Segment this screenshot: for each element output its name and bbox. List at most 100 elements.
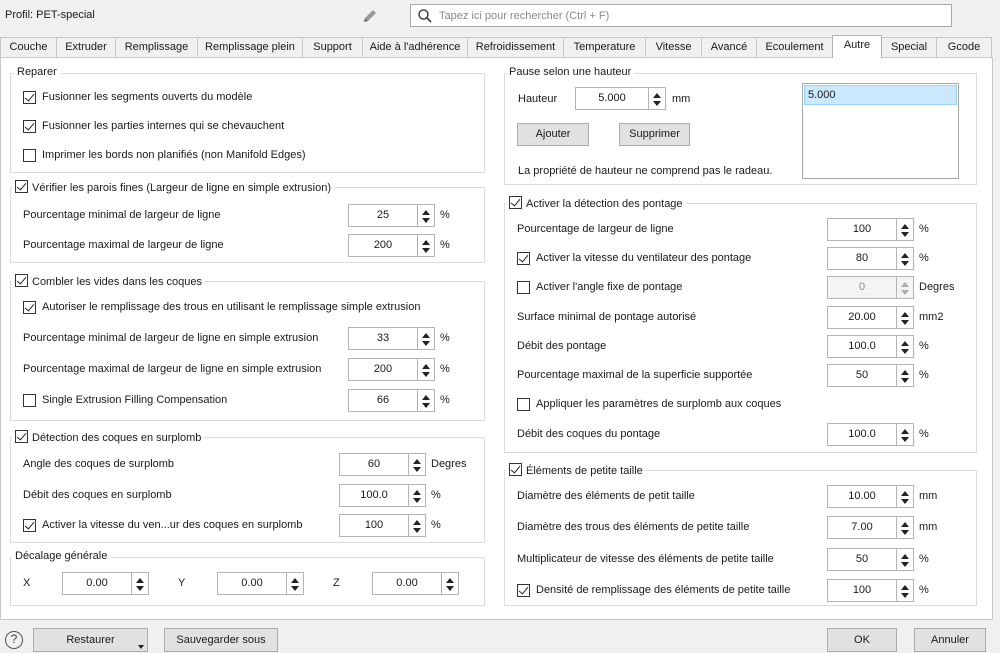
checkbox-appliquer-surplomb-coques[interactable] [517,398,530,411]
value-pct-max-ligne[interactable]: 200 [348,234,418,257]
value-debit-pontage[interactable]: 100.0 [827,335,897,358]
tab-extruder[interactable]: Extruder [56,37,116,58]
spin-arrows[interactable] [418,358,435,381]
spinbox-single-extrusion-comp[interactable]: 66 [348,389,435,412]
spinbox-hauteur[interactable]: 5.000 [575,87,666,110]
spinbox-decalage-y[interactable]: 0.00 [217,572,304,595]
spin-arrows[interactable] [409,484,426,507]
checkbox-densite-remplissage[interactable] [517,584,530,597]
checkbox-vitesse-ventilateur-surplomb[interactable] [23,519,36,532]
value-angle-surplomb[interactable]: 60 [339,453,409,476]
tab-support[interactable]: Support [302,37,363,58]
checkbox-detection-pontage[interactable] [509,196,522,209]
value-pct-max-simple[interactable]: 200 [348,358,418,381]
value-decalage-y[interactable]: 0.00 [217,572,287,595]
checkbox-parois-fines[interactable] [15,180,28,193]
value-hauteur[interactable]: 5.000 [575,87,649,110]
checkbox-detection-surplomb[interactable] [15,430,28,443]
spin-arrows[interactable] [132,572,149,595]
spin-arrows[interactable] [897,364,914,387]
spinbox-vitesse-ventilateur-pontage[interactable]: 80 [827,247,914,270]
spin-arrows[interactable] [409,453,426,476]
pencil-icon[interactable] [360,6,380,26]
restaurer-button[interactable]: Restaurer [33,628,148,652]
tab-remplissage[interactable]: Remplissage [115,37,198,58]
spinbox-multiplicateur-vitesse[interactable]: 50 [827,548,914,571]
value-pct-largeur-ligne[interactable]: 100 [827,218,897,241]
spinbox-debit-pontage[interactable]: 100.0 [827,335,914,358]
checkbox-single-extrusion-comp[interactable] [23,394,36,407]
spin-arrows[interactable] [897,335,914,358]
spinbox-pct-max-superficie[interactable]: 50 [827,364,914,387]
value-surface-min-pontage[interactable]: 20.00 [827,306,897,329]
help-icon[interactable]: ? [5,631,23,649]
checkbox-angle-fixe-pontage[interactable] [517,281,530,294]
tab-special[interactable]: Special [881,37,937,58]
value-decalage-x[interactable]: 0.00 [62,572,132,595]
checkbox-vitesse-ventilateur-pontage[interactable] [517,252,530,265]
spin-arrows[interactable] [649,87,666,110]
value-pct-min-ligne[interactable]: 25 [348,204,418,227]
value-debit-coques-pontage[interactable]: 100.0 [827,423,897,446]
checkbox-fusionner-parties[interactable] [23,120,36,133]
tab-couche[interactable]: Couche [0,37,57,58]
annuler-button[interactable]: Annuler [914,628,986,652]
spinbox-surface-min-pontage[interactable]: 20.00 [827,306,914,329]
spinbox-pct-largeur-ligne[interactable]: 100 [827,218,914,241]
spin-arrows[interactable] [897,579,914,602]
checkbox-combler-vides[interactable] [15,274,28,287]
spin-arrows[interactable] [897,516,914,539]
value-diametre-trous[interactable]: 7.00 [827,516,897,539]
spin-arrows[interactable] [418,389,435,412]
checkbox-fusionner-segments[interactable] [23,91,36,104]
spin-arrows[interactable] [897,218,914,241]
spinbox-pct-min-simple[interactable]: 33 [348,327,435,350]
tab-refroidissement[interactable]: Refroidissement [467,37,564,58]
tab-temperature[interactable]: Temperature [563,37,646,58]
search-field[interactable] [410,4,952,27]
tab-gcode[interactable]: Gcode [936,37,992,58]
value-debit-surplomb[interactable]: 100.0 [339,484,409,507]
height-list[interactable]: 5.000 [802,83,959,179]
spinbox-pct-min-ligne[interactable]: 25 [348,204,435,227]
add-button[interactable]: Ajouter [517,123,589,146]
checkbox-autoriser-remplissage[interactable] [23,301,36,314]
spinbox-debit-coques-pontage[interactable]: 100.0 [827,423,914,446]
tab-ecoulement[interactable]: Ecoulement [756,37,833,58]
spin-arrows[interactable] [897,306,914,329]
tab-autre[interactable]: Autre [832,35,882,58]
spin-arrows[interactable] [897,548,914,571]
value-vitesse-ventilateur-surplomb[interactable]: 100 [339,514,409,537]
sauvegarder-sous-button[interactable]: Sauvegarder sous [164,628,278,652]
spin-arrows[interactable] [897,423,914,446]
spin-arrows[interactable] [442,572,459,595]
spin-arrows[interactable] [287,572,304,595]
tab-adherence[interactable]: Aide à l'adhérence [362,37,468,58]
value-pct-max-superficie[interactable]: 50 [827,364,897,387]
checkbox-bords-non-planifies[interactable] [23,149,36,162]
spinbox-decalage-x[interactable]: 0.00 [62,572,149,595]
value-decalage-z[interactable]: 0.00 [372,572,442,595]
value-densite-remplissage[interactable]: 100 [827,579,897,602]
spin-arrows[interactable] [418,204,435,227]
spinbox-angle-surplomb[interactable]: 60 [339,453,426,476]
spin-arrows[interactable] [897,247,914,270]
spinbox-diametre-elements[interactable]: 10.00 [827,485,914,508]
tab-avance[interactable]: Avancé [701,37,757,58]
spin-arrows[interactable] [897,485,914,508]
spinbox-debit-surplomb[interactable]: 100.0 [339,484,426,507]
value-multiplicateur-vitesse[interactable]: 50 [827,548,897,571]
spinbox-pct-max-simple[interactable]: 200 [348,358,435,381]
spin-arrows[interactable] [409,514,426,537]
spinbox-pct-max-ligne[interactable]: 200 [348,234,435,257]
remove-button[interactable]: Supprimer [619,123,690,146]
value-vitesse-ventilateur-pontage[interactable]: 80 [827,247,897,270]
spin-arrows[interactable] [418,327,435,350]
spinbox-decalage-z[interactable]: 0.00 [372,572,459,595]
spinbox-vitesse-ventilateur-surplomb[interactable]: 100 [339,514,426,537]
value-diametre-elements[interactable]: 10.00 [827,485,897,508]
checkbox-elements-petite-taille[interactable] [509,463,522,476]
value-single-extrusion-comp[interactable]: 66 [348,389,418,412]
value-pct-min-simple[interactable]: 33 [348,327,418,350]
list-item[interactable]: 5.000 [804,85,957,105]
